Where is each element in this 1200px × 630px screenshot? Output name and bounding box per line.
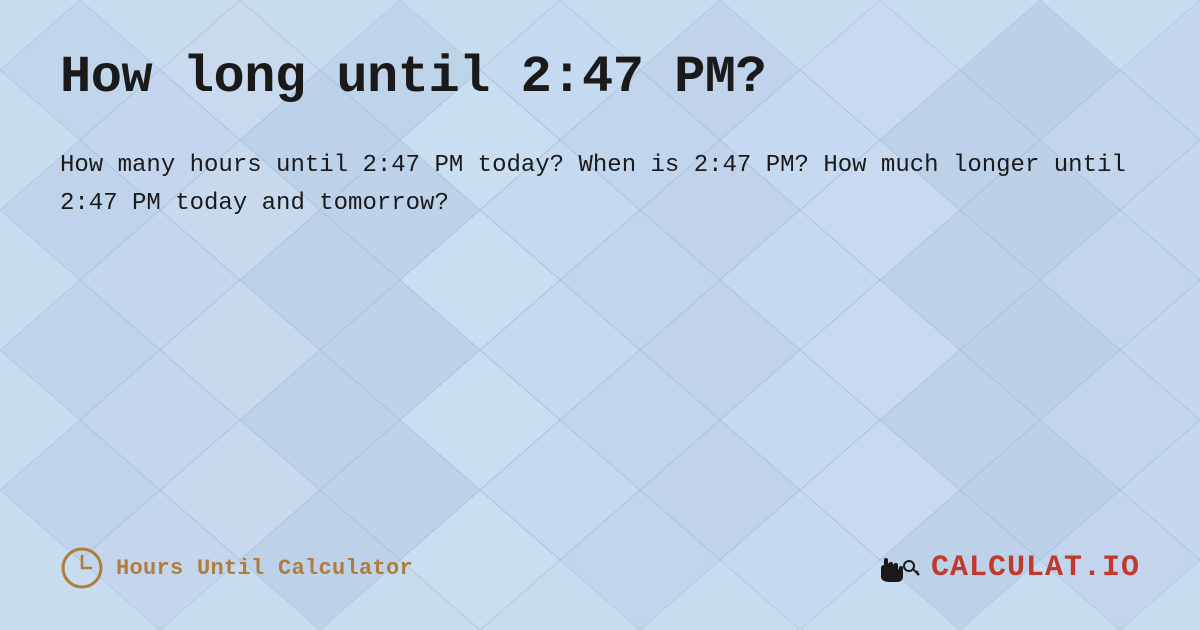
page-title: How long until 2:47 PM? — [60, 48, 1140, 107]
page-description: How many hours until 2:47 PM today? When… — [60, 147, 1140, 224]
logo-main-text: CALCULAT — [931, 551, 1083, 585]
branding-left: Hours Until Calculator — [60, 546, 413, 590]
logo-accent-text: .IO — [1083, 551, 1140, 585]
logo-right: CALCULAT.IO — [873, 550, 1140, 586]
footer: Hours Until Calculator CALCULAT.IO — [60, 526, 1140, 590]
branding-label: Hours Until Calculator — [116, 556, 413, 581]
logo-icon — [873, 550, 921, 586]
logo-text: CALCULAT.IO — [931, 551, 1140, 585]
clock-icon — [60, 546, 104, 590]
